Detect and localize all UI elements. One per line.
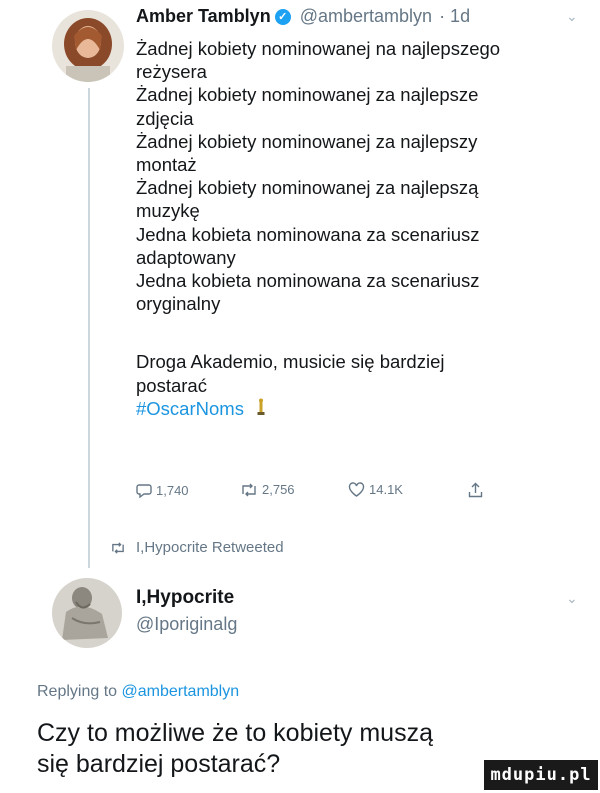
tweet-line: adaptowany	[136, 246, 236, 268]
chevron-down-icon[interactable]: ⌄	[566, 590, 578, 607]
like-button[interactable]: 14.1K	[348, 482, 403, 497]
tweet-line: zdjęcia	[136, 107, 194, 129]
like-count: 14.1K	[369, 482, 403, 497]
avatar[interactable]	[52, 10, 124, 82]
tweet-line: Żadnej kobiety nominowanej na najlepszeg…	[136, 38, 501, 59]
hashtag-line: #OscarNoms	[136, 397, 586, 420]
chevron-down-icon[interactable]: ⌄	[566, 8, 578, 25]
tweet-time[interactable]: · 1d	[439, 6, 470, 26]
quoted-author-name[interactable]: I,Hypocrite	[136, 587, 234, 609]
reply-text: Czy to możliwe że to kobiety muszą się b…	[37, 718, 433, 780]
oscar-statue-icon	[257, 398, 265, 421]
tweet-line: Żadnej kobiety nominowanej za najlepsze	[136, 84, 479, 106]
tweet-line: muzykę	[136, 200, 200, 222]
share-icon	[468, 482, 483, 498]
retweet-icon	[242, 483, 256, 496]
retweeted-by: I,Hypocrite Retweeted	[110, 539, 284, 556]
thread-connector	[88, 88, 90, 568]
reply-icon	[136, 484, 152, 498]
tweet-actions: 1,740 2,756 14.1K	[136, 482, 516, 504]
watermark-logo: mdupiu.pl	[484, 760, 598, 790]
avatar-photo	[52, 10, 124, 82]
hashtag-link[interactable]: #OscarNoms	[136, 398, 244, 419]
reply-button[interactable]: 1,740	[136, 482, 189, 498]
reply-line: się bardziej postarać?	[37, 750, 281, 778]
tweet-line: Żadnej kobiety nominowanej za najlepszą	[136, 177, 479, 199]
share-button[interactable]	[468, 482, 487, 498]
tweet-line: Jedna kobieta nominowana za scenariusz	[136, 269, 480, 291]
retweeted-label[interactable]: I,Hypocrite Retweeted	[136, 539, 284, 556]
tweet-line: postarać	[136, 374, 207, 396]
tweet-header: Amber Tamblyn ✓ @ambertamblyn · 1d	[136, 6, 470, 27]
retweet-icon	[112, 541, 124, 554]
tweet-line: Droga Akademio, musicie się bardziej	[136, 351, 445, 373]
tweet-line: Żadnej kobiety nominowanej za najlepszy	[136, 130, 478, 152]
avatar-photo	[52, 578, 122, 648]
quoted-author-handle[interactable]: @Iporiginalg	[136, 614, 237, 635]
author-handle[interactable]: @ambertamblyn	[300, 6, 432, 26]
tweet-text: Żadnej kobiety nominowanej na najlepszeg…	[136, 37, 586, 420]
replying-to: Replying to @ambertamblyn	[37, 683, 239, 701]
reply-line: Czy to możliwe że to kobiety muszą	[37, 719, 433, 747]
avatar[interactable]	[52, 578, 122, 648]
tweet-line: montaż	[136, 153, 197, 175]
replying-prefix: Replying to	[37, 683, 118, 700]
tweet-line: Jedna kobieta nominowana za scenariusz	[136, 223, 480, 245]
tweet-line: oryginalny	[136, 293, 221, 315]
heart-icon	[348, 482, 365, 497]
replying-handle-link[interactable]: @ambertamblyn	[122, 683, 240, 700]
reply-count: 1,740	[156, 482, 189, 498]
verified-badge-icon: ✓	[274, 9, 291, 26]
author-name[interactable]: Amber Tamblyn	[136, 6, 271, 26]
retweet-count: 2,756	[262, 482, 295, 497]
retweet-button[interactable]: 2,756	[240, 482, 295, 497]
tweet-line: reżysera	[136, 61, 207, 83]
